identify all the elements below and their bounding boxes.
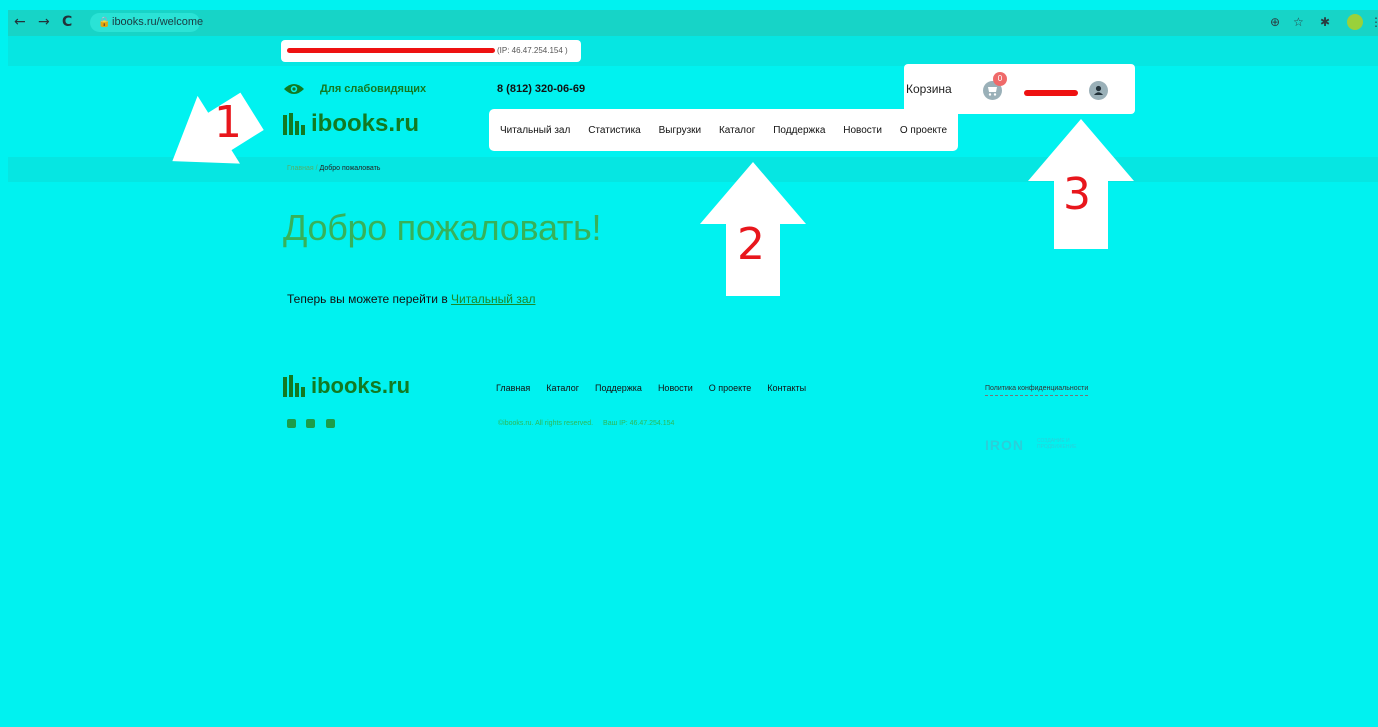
bookmark-star-icon[interactable]: ☆ — [1293, 12, 1304, 32]
developer-logo[interactable]: IRON — [985, 437, 1024, 453]
menu-item-statistics[interactable]: Статистика — [588, 125, 641, 136]
menu-item-exports[interactable]: Выгрузки — [659, 125, 702, 136]
breadcrumb-current: Добро пожаловать — [319, 165, 381, 172]
logo-books-icon — [283, 375, 305, 397]
developer-tagline: СОЗДАНИЕ И ПРОДВИЖЕНИЕ — [1037, 438, 1077, 450]
menu-item-catalog[interactable]: Каталог — [719, 125, 755, 136]
menu-item-news[interactable]: Новости — [843, 125, 882, 136]
url-text[interactable]: ibooks.ru/welcome — [112, 13, 203, 32]
page-title: Добро пожаловать! — [283, 207, 602, 248]
forward-icon[interactable]: → — [38, 12, 50, 32]
extensions-icon[interactable]: ✱ — [1320, 12, 1330, 32]
privacy-policy-link[interactable]: Политика конфиденциальности — [985, 383, 1089, 396]
welcome-text-prefix: Теперь вы можете перейти в — [287, 292, 452, 306]
logo-text: ibooks.ru — [311, 110, 420, 137]
cart-count-badge: 0 — [993, 72, 1007, 86]
cart-user-panel: Корзина 0 — [904, 64, 1135, 114]
logo-text: ibooks.ru — [311, 373, 411, 398]
menu-item-support[interactable]: Поддержка — [773, 125, 825, 136]
zoom-icon[interactable]: ⊕ — [1270, 12, 1280, 32]
extension-avatar-icon[interactable] — [1347, 14, 1363, 30]
breadcrumb-separator: / — [315, 165, 318, 172]
accessibility-link[interactable]: Для слабовидящих — [320, 82, 426, 96]
logo-books-icon — [283, 113, 305, 135]
footer-item-catalog[interactable]: Каталог — [546, 382, 579, 394]
reading-room-link[interactable]: Читальный зал — [451, 292, 535, 306]
social-icon-1[interactable] — [287, 419, 296, 428]
browser-toolbar: ← → C 🔒 ibooks.ru/welcome ⊕ ☆ ✱ ⋮ — [8, 10, 1378, 36]
annotation-number-2: 2 — [737, 219, 765, 270]
breadcrumb-home[interactable]: Главная — [287, 165, 314, 172]
footer-item-contacts[interactable]: Контакты — [767, 382, 806, 394]
footer-menu: Главная Каталог Поддержка Новости О прое… — [496, 382, 806, 394]
annotation-arrow-1 — [172, 92, 264, 164]
reload-icon[interactable]: C — [62, 12, 72, 32]
footer-item-home[interactable]: Главная — [496, 382, 530, 394]
phone-number[interactable]: 8 (812) 320-06-69 — [497, 82, 585, 96]
menu-item-reading-room[interactable]: Читальный зал — [500, 125, 570, 136]
footer-item-support[interactable]: Поддержка — [595, 382, 642, 394]
footer-item-news[interactable]: Новости — [658, 382, 693, 394]
breadcrumb: Главная / Добро пожаловать — [287, 164, 380, 174]
user-avatar-icon[interactable] — [1089, 81, 1108, 100]
browser-menu-icon[interactable]: ⋮ — [1370, 12, 1378, 32]
footer-ip: Ваш IP: 46.47.254.154 — [603, 420, 675, 427]
redaction-mark — [287, 48, 495, 53]
copyright-text: ©ibooks.ru. All rights reserved. — [498, 420, 594, 427]
eye-icon[interactable] — [283, 82, 305, 96]
social-icon-facebook[interactable] — [306, 419, 315, 428]
copyright: ©ibooks.ru. All rights reserved. Ваш IP: … — [498, 419, 674, 429]
welcome-text: Теперь вы можете перейти в Читальный зал — [287, 291, 536, 307]
annotation-number-3: 3 — [1063, 169, 1091, 220]
redaction-mark — [1024, 90, 1078, 96]
cart-label[interactable]: Корзина — [906, 81, 952, 97]
menu-item-about[interactable]: О проекте — [900, 125, 947, 136]
lock-icon: 🔒 — [98, 17, 111, 28]
user-info-panel: (IP: 46.47.254.154 ) — [281, 40, 581, 62]
top-strip — [8, 36, 1378, 66]
main-menu: Читальный зал Статистика Выгрузки Катало… — [489, 109, 958, 151]
ip-address: (IP: 46.47.254.154 ) — [497, 46, 568, 55]
footer-item-about[interactable]: О проекте — [709, 382, 751, 394]
address-bar[interactable]: 🔒 ibooks.ru/welcome — [90, 13, 203, 32]
back-icon[interactable]: ← — [14, 12, 26, 32]
annotation-number-1: 1 — [214, 97, 242, 148]
social-icon-3[interactable] — [326, 419, 335, 428]
